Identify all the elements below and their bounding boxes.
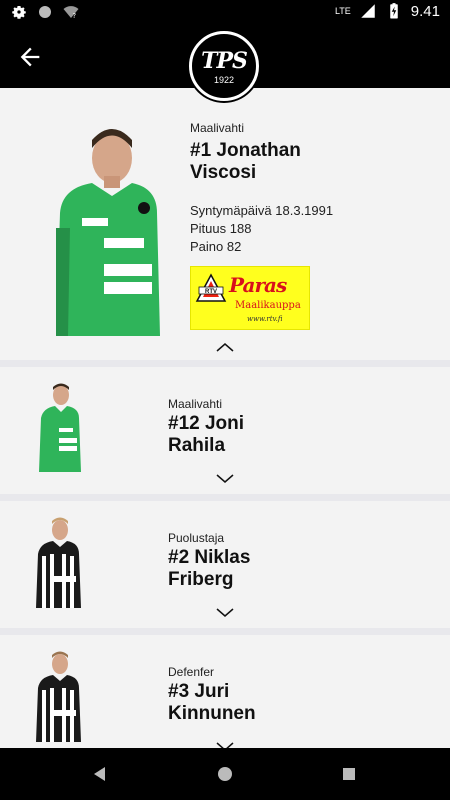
player-card-2[interactable]: Maalivahti #12 Joni Rahila [0,367,450,494]
player-position: Maalivahti [168,397,223,411]
player-number-name-line1: #3 Juri [168,681,230,702]
gear-icon [12,6,26,19]
player-number-name-line2: Kinnunen [168,703,256,724]
player-position: Maalivahti [190,121,245,135]
system-nav-bar [0,748,450,800]
svg-text:RTV: RTV [205,289,217,295]
clock: 9.41 [410,2,440,20]
player-photo-1 [56,129,160,336]
rtv-logo: RTV [195,273,227,302]
divider [0,360,450,367]
logo-name: TPS [201,47,248,74]
back-triangle-icon[interactable] [90,764,110,784]
player-card-3[interactable]: Puolustaja #2 Niklas Friberg [0,501,450,628]
logo-year: 1922 [213,74,235,85]
chevron-down-icon[interactable] [216,608,234,618]
svg-text:?: ? [73,12,77,20]
battery-charging-icon [390,3,398,19]
player-number-name-line1: #2 Niklas [168,547,251,568]
chevron-up-icon[interactable] [216,342,234,352]
circle-icon [39,6,51,18]
player-number-name-line2: Rahila [168,435,226,456]
player-number-name-line2: Friberg [168,569,234,590]
home-circle-icon[interactable] [215,764,235,784]
player-position: Puolustaja [168,531,225,545]
player-height: Pituus 188 [190,221,252,236]
sponsor-url: www.rtv.fi [247,315,283,323]
player-number-name-line1: #1 Jonathan [190,140,301,161]
sponsor-subtitle: Maalikauppa [235,300,301,311]
player-photo-3 [36,517,81,608]
signal-icon [361,4,375,18]
status-bar: ? LTE 9.41 [0,0,450,25]
arrow-back-icon[interactable] [14,43,46,71]
network-type: LTE [334,6,351,16]
wifi-question-icon: ? [63,6,79,20]
chevron-down-icon[interactable] [216,474,234,484]
player-weight: Paino 82 [190,239,242,254]
player-photo-4 [36,651,81,742]
sponsor-banner[interactable]: RTV Paras Maalikauppa www.rtv.fi [190,266,310,330]
player-number-name-line1: #12 Joni [168,413,245,434]
player-list[interactable]: Maalivahti #1 Jonathan Viscosi Syntymäpä… [0,88,450,748]
player-position: Defenfer [168,665,215,679]
divider [0,494,450,501]
divider [0,628,450,635]
player-number-name-line2: Viscosi [190,162,257,183]
player-photo-2 [39,383,81,472]
recents-square-icon[interactable] [339,764,359,784]
player-card-4[interactable]: Defenfer #3 Juri Kinnunen [0,635,450,748]
sponsor-brand: Paras [229,273,287,297]
player-birthdate: Syntymäpäivä 18.3.1991 [190,203,334,218]
team-logo[interactable]: TPS 1922 [189,31,259,101]
